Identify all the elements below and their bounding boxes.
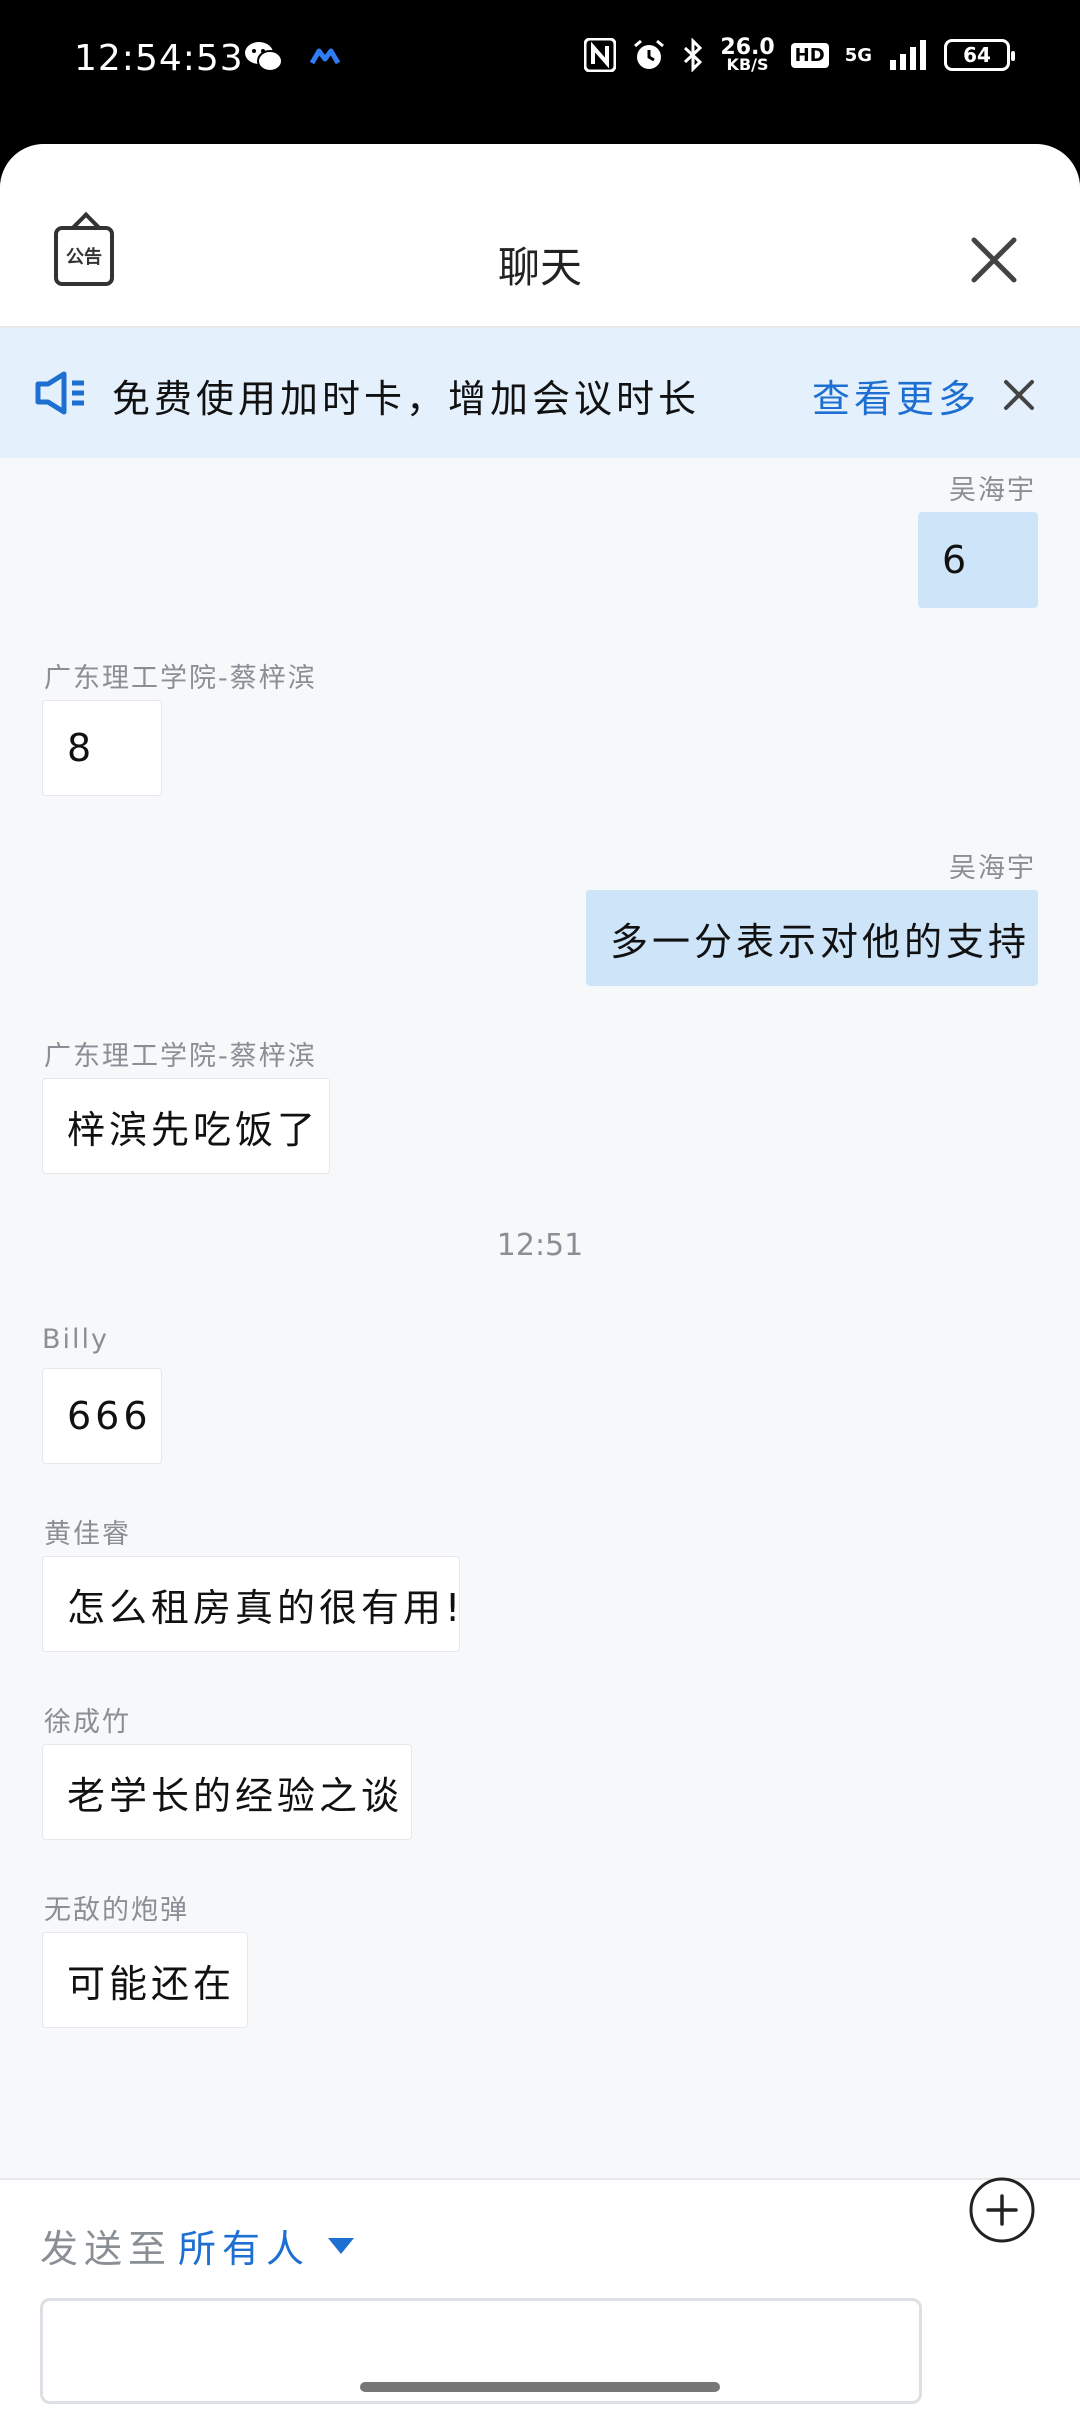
chat-header: 公告 聊天 xyxy=(0,144,1080,328)
message-bubble[interactable]: 6 xyxy=(918,512,1038,608)
message-bubble[interactable]: 梓滨先吃饭了 xyxy=(42,1078,330,1174)
promo-banner: 免费使用加时卡，增加会议时长 查看更多 xyxy=(0,328,1080,458)
network-type: 5G xyxy=(844,44,872,66)
chat-timestamp: 12:51 xyxy=(496,1228,584,1263)
net-speed-unit: KB/S xyxy=(726,54,769,74)
sender-name: 吴海宇 xyxy=(949,853,1036,884)
sender-name: 广东理工学院-蔡梓滨 xyxy=(44,1041,317,1072)
status-bar: 12:54:53 26.0 KB/S HD 5G 64 xyxy=(0,0,1080,145)
message-bubble[interactable]: 多一分表示对他的支持 xyxy=(586,890,1038,986)
net-speed: 26.0 KB/S xyxy=(720,37,774,74)
wechat-icon xyxy=(245,42,283,72)
send-to-label: 发送至 xyxy=(40,2227,173,2271)
signal-icon xyxy=(890,40,926,71)
home-indicator[interactable] xyxy=(360,2382,720,2392)
alarm-icon xyxy=(634,39,665,70)
chat-sheet: 公告 聊天 免费使用加时卡，增加会议时长 查看更多 吴海宇 6 广东理工学院-蔡… xyxy=(0,144,1080,2412)
sender-name: 无敌的炮弹 xyxy=(44,1895,189,1926)
banner-more-link[interactable]: 查看更多 xyxy=(812,368,980,423)
message-bubble[interactable]: 8 xyxy=(42,700,162,796)
sender-name: 广东理工学院-蔡梓滨 xyxy=(44,663,317,694)
sender-name: 徐成竹 xyxy=(44,1707,131,1738)
sender-name: 吴海宇 xyxy=(949,475,1036,506)
recipient-dropdown[interactable]: 所有人 xyxy=(178,2218,355,2273)
message-bubble[interactable]: 可能还在 xyxy=(42,1932,248,2028)
message-bubble[interactable]: 666 xyxy=(42,1368,162,1464)
banner-close-icon[interactable] xyxy=(1002,378,1036,412)
banner-text: 免费使用加时卡，增加会议时长 xyxy=(112,377,701,421)
caret-down-icon xyxy=(328,2237,355,2254)
app-notification-icon xyxy=(310,48,340,65)
bluetooth-icon xyxy=(684,38,703,73)
battery-level: 64 xyxy=(963,43,991,68)
sender-name: Billy xyxy=(42,1324,110,1355)
close-icon[interactable] xyxy=(968,234,1020,286)
speaker-icon xyxy=(35,371,84,415)
nfc-icon xyxy=(584,38,617,73)
add-icon[interactable] xyxy=(968,2176,1036,2244)
status-time: 12:54:53 xyxy=(74,38,244,79)
page-title: 聊天 xyxy=(497,243,582,292)
recipient-value: 所有人 xyxy=(178,2227,311,2271)
battery-indicator: 64 xyxy=(944,39,1015,72)
message-bubble[interactable]: 怎么租房真的很有用! xyxy=(42,1556,460,1652)
compose-footer: 发送至 所有人 xyxy=(0,2178,1080,2412)
sender-name: 黄佳睿 xyxy=(44,1519,131,1550)
message-bubble[interactable]: 老学长的经验之谈 xyxy=(42,1744,412,1840)
hd-badge: HD xyxy=(790,42,829,68)
message-list[interactable]: 吴海宇 6 广东理工学院-蔡梓滨 8 吴海宇 多一分表示对他的支持 广东理工学院… xyxy=(0,458,1080,2178)
